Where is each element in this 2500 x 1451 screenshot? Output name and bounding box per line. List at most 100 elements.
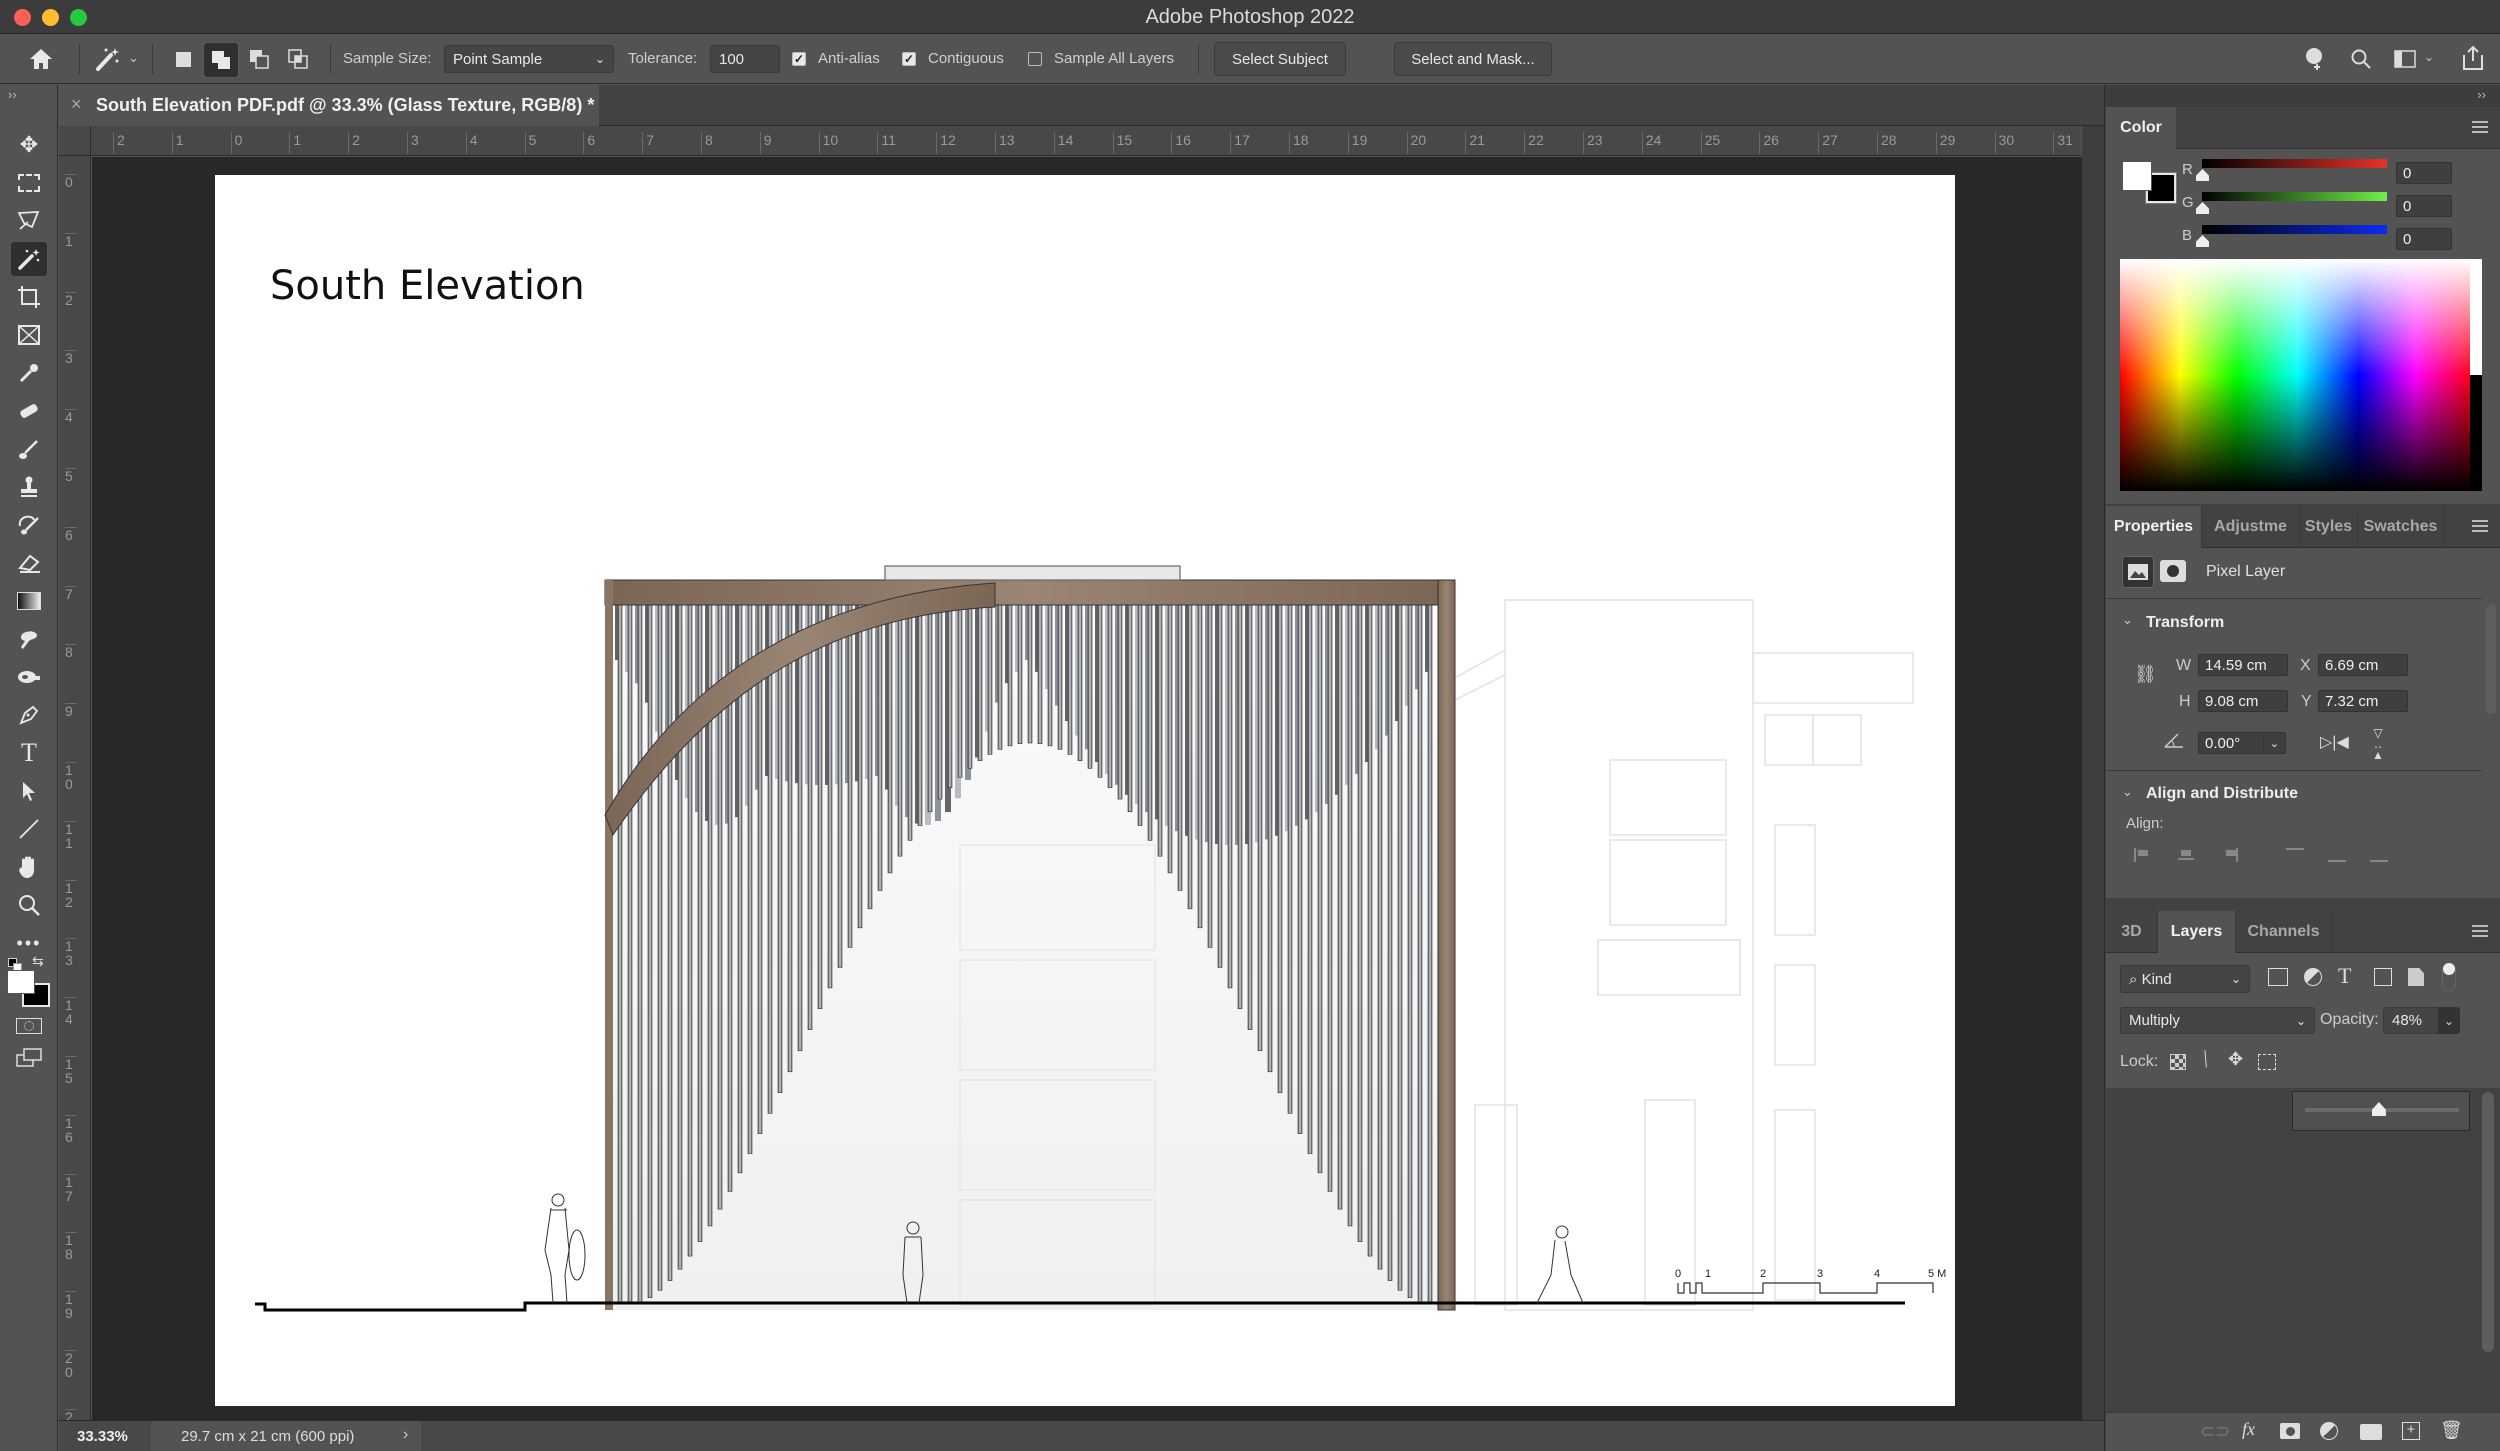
link-layers-icon[interactable]: ⊂⊃ <box>2200 1421 2230 1442</box>
add-to-selection-icon[interactable] <box>203 42 239 78</box>
subtract-from-selection-icon[interactable] <box>246 46 272 72</box>
align-right-edges-icon[interactable] <box>2222 848 2238 862</box>
layers-scrollbar[interactable] <box>2482 1092 2494 1352</box>
sample-size-dropdown[interactable]: Point Sample ⌄ <box>444 45 614 73</box>
screen-mode-icon[interactable] <box>16 1048 44 1068</box>
lock-artboard-icon[interactable] <box>2258 1054 2276 1070</box>
foreground-color-swatch[interactable] <box>7 970 35 994</box>
link-dimensions-icon[interactable]: ⛓ <box>2134 664 2157 685</box>
gradient-tool-icon[interactable] <box>10 583 48 619</box>
filter-smart-objects-icon[interactable] <box>2408 968 2424 986</box>
healing-brush-tool-icon[interactable] <box>10 393 48 429</box>
sample-all-layers-checkbox[interactable] <box>1028 52 1042 66</box>
x-input[interactable]: 6.69 cm <box>2318 654 2408 676</box>
intersect-selection-icon[interactable] <box>285 46 311 72</box>
delete-layer-trash-icon[interactable]: 🗑 <box>2440 1420 2463 1441</box>
align-top-edges-icon[interactable] <box>2286 848 2304 862</box>
eyedropper-tool-icon[interactable] <box>10 355 48 391</box>
filter-adjustment-layers-icon[interactable] <box>2304 968 2322 986</box>
workspace-chevron-icon[interactable]: ⌄ <box>2424 50 2434 64</box>
color-foreground-swatch[interactable] <box>2122 161 2152 191</box>
layer-mask-icon[interactable] <box>2160 560 2186 582</box>
workspace-icon[interactable] <box>2390 44 2420 74</box>
new-adjustment-layer-icon[interactable] <box>2320 1422 2338 1440</box>
zoom-tool-icon[interactable] <box>10 887 48 923</box>
tool-preset-chevron-icon[interactable]: ⌄ <box>128 50 139 66</box>
tab-adjustme[interactable]: Adjustme <box>2202 506 2300 548</box>
channel-slider[interactable] <box>2202 159 2387 168</box>
select-subject-button[interactable]: Select Subject <box>1214 42 1346 76</box>
toolbox-collapse-icon[interactable]: ›› <box>8 87 17 102</box>
path-selection-tool-icon[interactable] <box>10 773 48 809</box>
contiguous-checkbox[interactable]: ✓ <box>902 52 916 66</box>
align-left-edges-icon[interactable] <box>2134 848 2150 862</box>
new-group-folder-icon[interactable] <box>2360 1424 2382 1440</box>
tab-swatches[interactable]: Swatches <box>2358 506 2444 548</box>
color-spectrum[interactable] <box>2120 259 2476 491</box>
tab-layers[interactable]: Layers <box>2158 911 2236 953</box>
frame-tool-icon[interactable] <box>10 317 48 353</box>
tab-color[interactable]: Color <box>2106 107 2176 149</box>
add-mask-icon[interactable] <box>2280 1423 2300 1439</box>
clone-stamp-tool-icon[interactable] <box>10 469 48 505</box>
properties-panel-menu-icon[interactable] <box>2472 520 2488 532</box>
filter-pixel-layers-icon[interactable] <box>2268 968 2288 986</box>
channel-value-input[interactable]: 0 <box>2396 162 2452 184</box>
channel-slider[interactable] <box>2202 225 2387 234</box>
hand-tool-icon[interactable] <box>10 849 48 885</box>
home-icon[interactable] <box>24 44 58 74</box>
color-panel-menu-icon[interactable] <box>2472 121 2488 133</box>
height-input[interactable]: 9.08 cm <box>2198 690 2288 712</box>
opacity-slider-thumb[interactable] <box>2371 1102 2386 1116</box>
opacity-slider-toggle-icon[interactable]: ⌄ <box>2438 1007 2460 1034</box>
tab-3d[interactable]: 3D <box>2106 911 2158 953</box>
search-icon[interactable] <box>2346 44 2376 74</box>
align-horizontal-centers-icon[interactable] <box>2178 848 2194 862</box>
dodge-tool-icon[interactable] <box>10 659 48 695</box>
filter-toggle-switch[interactable] <box>2442 963 2456 991</box>
align-chevron-icon[interactable]: ⌄ <box>2122 784 2133 800</box>
horizontal-ruler[interactable]: 2 1 0 1 2 3 4 5 6 7 8 9 10 11 12 13 14 15 16 17 18 19 20 21 22 23… <box>91 126 2081 156</box>
new-layer-icon[interactable]: + <box>2402 1422 2420 1440</box>
panel-collapse-icon[interactable]: ›› <box>2477 87 2486 102</box>
filter-shape-layers-icon[interactable] <box>2374 968 2392 986</box>
zoom-level[interactable]: 33.33% <box>77 1428 128 1445</box>
channel-value-input[interactable]: 0 <box>2396 228 2452 250</box>
document-tab[interactable]: × South Elevation PDF.pdf @ 33.3% (Glass… <box>59 85 599 126</box>
blend-mode-dropdown[interactable]: Multiply ⌄ <box>2120 1007 2315 1034</box>
lock-position-icon[interactable]: ✥ <box>2228 1049 2243 1070</box>
channel-slider-thumb[interactable] <box>2196 202 2209 214</box>
lock-transparent-pixels-icon[interactable] <box>2170 1054 2186 1070</box>
filter-type-layers-icon[interactable]: T <box>2338 963 2351 989</box>
share-user-icon[interactable] <box>2300 44 2330 74</box>
select-and-mask-button[interactable]: Select and Mask... <box>1394 42 1552 76</box>
blur-tool-icon[interactable] <box>10 621 48 657</box>
angle-input[interactable]: 0.00° ⌄ <box>2198 732 2286 754</box>
pixel-layer-icon[interactable] <box>2122 556 2154 588</box>
share-export-icon[interactable] <box>2458 42 2488 74</box>
align-vertical-centers-icon[interactable] <box>2328 848 2346 862</box>
layer-style-fx-icon[interactable]: fx <box>2242 1419 2255 1440</box>
channel-slider[interactable] <box>2202 192 2387 201</box>
magic-wand-tool-preset-icon[interactable] <box>90 44 126 74</box>
new-selection-icon[interactable] <box>170 46 196 72</box>
layers-panel-menu-icon[interactable] <box>2472 925 2488 937</box>
vertical-ruler[interactable]: 0123456789101112131415161718192021 <box>59 126 91 1438</box>
anti-alias-checkbox[interactable]: ✓ <box>792 52 806 66</box>
tab-properties[interactable]: Properties <box>2106 506 2202 548</box>
eraser-tool-icon[interactable] <box>10 545 48 581</box>
swap-colors-icon[interactable]: ⇆ <box>32 953 44 970</box>
vertical-scrollbar[interactable] <box>2082 126 2104 1420</box>
angle-chevron-icon[interactable]: ⌄ <box>2262 736 2279 750</box>
width-input[interactable]: 14.59 cm <box>2198 654 2288 676</box>
canvas-page[interactable]: South Elevation 0 1 2 3 4 5 M <box>215 175 1955 1406</box>
properties-scrollbar[interactable] <box>2486 604 2496 714</box>
channel-value-input[interactable]: 0 <box>2396 195 2452 217</box>
tab-channels[interactable]: Channels <box>2236 911 2332 953</box>
flip-vertical-icon[interactable]: ▽ ‥ ▲ <box>2372 727 2384 761</box>
type-tool-icon[interactable]: T <box>10 735 48 771</box>
spectrum-white-bar[interactable] <box>2470 259 2482 375</box>
layer-filter-dropdown[interactable]: ⌕ Kind ⌄ <box>2120 965 2250 993</box>
align-bottom-edges-icon[interactable] <box>2370 848 2388 862</box>
pen-tool-icon[interactable] <box>10 697 48 733</box>
